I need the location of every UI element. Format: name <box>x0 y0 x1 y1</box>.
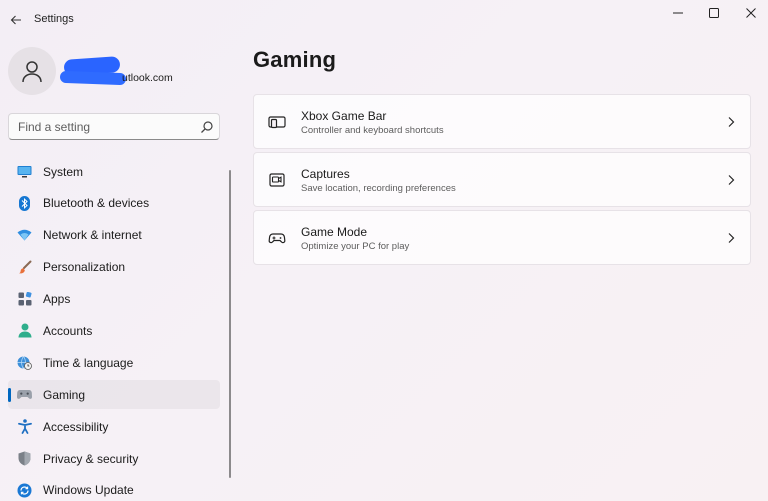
account-icon <box>17 323 32 338</box>
app-title: Settings <box>34 13 74 25</box>
controller-icon <box>268 233 286 244</box>
title-bar: Settings <box>0 0 768 40</box>
chevron-right-icon <box>728 175 735 185</box>
game-bar-icon <box>268 116 286 129</box>
sidebar-item-system[interactable]: System <box>8 157 220 186</box>
card-title: Game Mode <box>301 225 368 239</box>
back-button[interactable] <box>6 10 26 30</box>
sidebar-item-network-internet[interactable]: Network & internet <box>8 221 220 250</box>
brush-icon <box>17 260 32 275</box>
minimize-button[interactable] <box>660 4 696 22</box>
sidebar-item-accessibility[interactable]: Accessibility <box>8 412 220 441</box>
sidebar-scrollbar[interactable] <box>229 170 231 478</box>
sidebar-item-time-language[interactable]: Time & language <box>8 348 220 377</box>
maximize-button[interactable] <box>696 4 732 22</box>
sidebar-nav: System Bluetooth & devices Network & int… <box>8 157 220 501</box>
sidebar-item-label: Network & internet <box>43 228 142 243</box>
sidebar-item-privacy-security[interactable]: Privacy & security <box>8 444 220 473</box>
globe-clock-icon <box>17 355 32 371</box>
sidebar-item-label: Apps <box>43 292 71 307</box>
back-arrow-icon <box>10 15 21 25</box>
close-button[interactable] <box>733 4 768 22</box>
sidebar-item-label: Bluetooth & devices <box>43 196 150 211</box>
card-subtitle: Save location, recording preferences <box>301 183 456 194</box>
minimize-icon <box>673 12 683 14</box>
sidebar-item-gaming[interactable]: Gaming <box>8 380 220 410</box>
capture-icon <box>269 173 285 187</box>
sidebar-item-bluetooth-devices[interactable]: Bluetooth & devices <box>8 189 220 218</box>
sidebar-item-label: Accessibility <box>43 419 109 434</box>
sidebar-item-label: Privacy & security <box>43 451 139 466</box>
game-mode-card[interactable]: Game Mode Optimize your PC for play <box>253 210 751 265</box>
chevron-right-icon <box>728 233 735 243</box>
wifi-icon <box>17 228 32 243</box>
chevron-right-icon <box>728 117 735 127</box>
update-icon <box>17 483 32 498</box>
avatar <box>8 47 56 95</box>
shield-icon <box>17 451 32 466</box>
sidebar-item-windows-update[interactable]: Windows Update <box>8 476 220 501</box>
person-icon <box>22 61 42 83</box>
account-email: utlook.com <box>122 72 173 84</box>
card-title: Xbox Game Bar <box>301 109 387 123</box>
search-box[interactable] <box>8 113 220 140</box>
redaction-mark <box>59 70 127 86</box>
sidebar-item-label: Time & language <box>43 355 134 370</box>
card-title: Captures <box>301 167 350 181</box>
search-input[interactable] <box>9 114 189 139</box>
bluetooth-icon <box>17 195 32 211</box>
monitor-icon <box>17 164 32 179</box>
maximize-icon <box>709 8 719 18</box>
accessibility-icon <box>17 419 32 435</box>
gamepad-icon <box>17 387 32 402</box>
xbox-game-bar-card[interactable]: Xbox Game Bar Controller and keyboard sh… <box>253 94 751 149</box>
sidebar-item-apps[interactable]: Apps <box>8 285 220 314</box>
card-subtitle: Controller and keyboard shortcuts <box>301 125 444 136</box>
page-title: Gaming <box>253 47 337 72</box>
sidebar-item-personalization[interactable]: Personalization <box>8 253 220 282</box>
close-icon <box>746 8 756 18</box>
sidebar-item-accounts[interactable]: Accounts <box>8 316 220 345</box>
sidebar-item-label: Accounts <box>43 323 93 338</box>
captures-card[interactable]: Captures Save location, recording prefer… <box>253 152 751 207</box>
sidebar-item-label: Gaming <box>43 387 86 402</box>
sidebar-item-label: Personalization <box>43 260 126 275</box>
apps-icon <box>17 292 32 307</box>
search-icon[interactable] <box>200 120 214 134</box>
card-subtitle: Optimize your PC for play <box>301 241 410 252</box>
sidebar-item-label: Windows Update <box>43 483 134 498</box>
sidebar-item-label: System <box>43 164 84 179</box>
